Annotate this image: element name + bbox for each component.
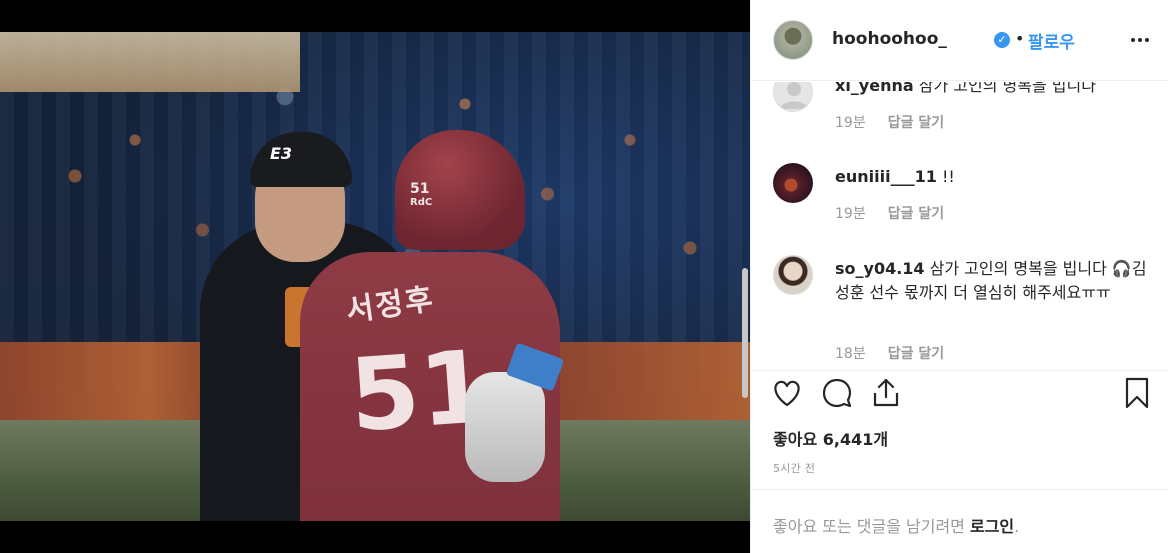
jersey-number: 51 — [346, 327, 494, 455]
like-count[interactable]: 좋아요 6,441개 — [773, 426, 888, 450]
post-actions-bar — [751, 370, 1168, 412]
stadium-roof — [0, 32, 300, 92]
elbow-guard — [465, 372, 545, 482]
helmet-number: 51 RdC — [410, 182, 432, 210]
post-header: hoohoohoo_ ✓ • 팔로우 — [751, 0, 1168, 81]
comment-meta: 18분 답글 달기 — [835, 343, 944, 363]
comment-body: 삼가 고인의 명복을 빕니다 — [918, 82, 1096, 95]
comment-text: euniiii___11 !! — [835, 165, 1155, 189]
reply-button[interactable]: 답글 달기 — [888, 203, 944, 223]
author-username[interactable]: hoohoohoo_ — [832, 29, 947, 49]
comment-username[interactable]: xi_yenna — [835, 82, 914, 95]
post-side-panel: hoohoohoo_ ✓ • 팔로우 xi_yenna 삼가 고인의 명복을 빕… — [750, 0, 1168, 553]
login-prompt-bar: 좋아요 또는 댓글을 남기려면 로그인. — [751, 489, 1168, 553]
commenter-avatar[interactable] — [773, 82, 813, 112]
comments-list[interactable]: xi_yenna 삼가 고인의 명복을 빕니다 19분 답글 달기 euniii… — [751, 82, 1168, 370]
comment-body: !! — [941, 167, 955, 186]
reply-button[interactable]: 답글 달기 — [888, 343, 944, 363]
author-avatar[interactable] — [773, 20, 813, 60]
more-options-icon[interactable] — [1128, 28, 1152, 52]
comment-text: so_y04.14 삼가 고인의 명복을 빕니다 🎧김성훈 선수 몫까지 더 열… — [835, 257, 1155, 305]
post-media[interactable]: E3 서정후 51 51 RdC — [0, 0, 750, 553]
share-icon[interactable] — [868, 375, 904, 411]
commenter-avatar[interactable] — [773, 255, 813, 295]
follow-button[interactable]: 팔로우 — [1028, 28, 1075, 53]
header-separator: • — [1015, 29, 1025, 48]
login-prompt-prefix: 좋아요 또는 댓글을 남기려면 — [773, 517, 970, 536]
comment-username[interactable]: euniiii___11 — [835, 167, 937, 186]
comment-username[interactable]: so_y04.14 — [835, 259, 925, 278]
post-photo[interactable]: E3 서정후 51 51 RdC — [0, 32, 750, 521]
default-avatar-icon — [780, 82, 808, 109]
login-link[interactable]: 로그인 — [970, 517, 1014, 536]
commenter-avatar[interactable] — [773, 163, 813, 203]
comment-time[interactable]: 18분 — [835, 343, 866, 363]
comment-meta: 19분 답글 달기 — [835, 112, 944, 132]
media-scrollbar[interactable] — [742, 268, 748, 398]
login-prompt-suffix: . — [1014, 517, 1020, 536]
comment-icon[interactable] — [819, 375, 855, 411]
helmet-number-digits: 51 — [410, 181, 430, 197]
heart-icon[interactable] — [769, 375, 805, 411]
comment-meta: 19분 답글 달기 — [835, 203, 944, 223]
helmet-logo-text: RdC — [410, 197, 433, 208]
comment-text: xi_yenna 삼가 고인의 명복을 빕니다 — [835, 82, 1155, 98]
bookmark-icon[interactable] — [1119, 375, 1155, 411]
post-timestamp[interactable]: 5시간 전 — [773, 460, 815, 476]
login-prompt-text: 좋아요 또는 댓글을 남기려면 로그인. — [773, 513, 1019, 537]
reply-button[interactable]: 답글 달기 — [888, 112, 944, 132]
comment-time[interactable]: 19분 — [835, 112, 866, 132]
comment-time[interactable]: 19분 — [835, 203, 866, 223]
verified-badge-icon: ✓ — [994, 32, 1010, 48]
cap-logo: E3 — [270, 144, 293, 163]
